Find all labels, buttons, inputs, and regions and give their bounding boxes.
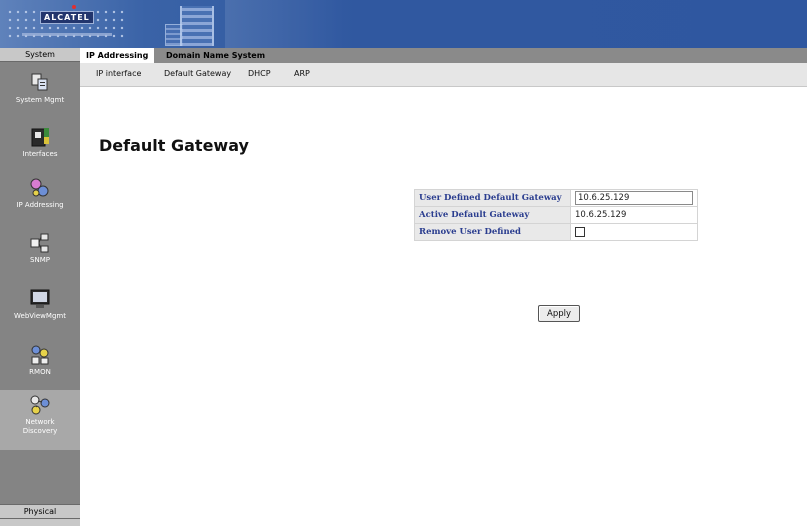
subtab-bar: IP interface Default Gateway DHCP ARP	[80, 63, 807, 87]
sidebar: System System Mgmt Interfaces IP Address…	[0, 48, 80, 526]
row-label: User Defined Default Gateway	[414, 189, 571, 207]
sidebar-footer-physical[interactable]: Physical	[0, 504, 80, 518]
subtab-default-gateway[interactable]: Default Gateway	[164, 69, 231, 78]
building-graphic	[180, 6, 214, 46]
interfaces-icon	[29, 126, 51, 148]
row-label: Active Default Gateway	[414, 206, 571, 224]
alcatel-logo: ALCATEL	[40, 11, 94, 24]
row-value	[570, 189, 698, 207]
table-row: Remove User Defined	[414, 223, 698, 241]
page: ALCATEL System System Mgmt Interfaces IP…	[0, 0, 807, 526]
sidebar-footer-next[interactable]	[0, 518, 80, 526]
sidebar-item-label: SNMP	[30, 256, 50, 264]
sidebar-item-label: IP Addressing	[16, 201, 64, 209]
sidebar-item-label: System Mgmt	[15, 96, 65, 104]
sidebar-item-label: RMON	[29, 368, 51, 376]
sidebar-item-ip-addressing[interactable]: IP Addressing	[0, 177, 80, 210]
row-value	[570, 223, 698, 241]
banner-streak	[225, 0, 345, 48]
apply-button[interactable]: Apply	[538, 305, 580, 322]
remove-user-defined-checkbox[interactable]	[575, 226, 585, 237]
sidebar-header-system[interactable]: System	[0, 48, 80, 62]
subtab-arp[interactable]: ARP	[294, 69, 310, 78]
sidebar-item-network-discovery[interactable]: Network Discovery	[0, 390, 80, 450]
ip-addressing-icon	[29, 177, 51, 199]
sidebar-item-label: Network Discovery	[22, 418, 58, 435]
logo-mark-icon	[72, 5, 76, 9]
table-row: Active Default Gateway 10.6.25.129	[414, 206, 698, 224]
active-gateway-value: 10.6.25.129	[570, 206, 698, 224]
page-title: Default Gateway	[99, 136, 249, 155]
sidebar-item-system-mgmt[interactable]: System Mgmt	[0, 72, 80, 105]
sidebar-item-snmp[interactable]: SNMP	[0, 232, 80, 265]
user-defined-gateway-input[interactable]	[575, 191, 693, 205]
sidebar-item-interfaces[interactable]: Interfaces	[0, 126, 80, 159]
row-label: Remove User Defined	[414, 223, 571, 241]
sidebar-item-webview-mgmt[interactable]: WebViewMgmt	[0, 288, 80, 321]
table-row: User Defined Default Gateway	[414, 189, 698, 207]
system-mgmt-icon	[29, 72, 51, 94]
tab-ip-addressing[interactable]: IP Addressing	[80, 48, 155, 63]
sidebar-item-label: WebViewMgmt	[14, 312, 66, 320]
tab-bar: IP Addressing Domain Name System	[80, 48, 807, 63]
banner: ALCATEL	[0, 0, 807, 48]
tagline-graphic	[22, 33, 112, 36]
snmp-icon	[29, 232, 51, 254]
tab-domain-name-system[interactable]: Domain Name System	[160, 48, 271, 63]
webview-mgmt-icon	[29, 288, 51, 310]
rmon-icon	[29, 344, 51, 366]
subtab-ip-interface[interactable]: IP interface	[96, 69, 141, 78]
sidebar-item-rmon[interactable]: RMON	[0, 344, 80, 377]
default-gateway-table: User Defined Default Gateway Active Defa…	[414, 189, 698, 241]
network-discovery-icon	[29, 394, 51, 416]
subtab-dhcp[interactable]: DHCP	[248, 69, 271, 78]
sidebar-item-label: Interfaces	[22, 150, 58, 158]
